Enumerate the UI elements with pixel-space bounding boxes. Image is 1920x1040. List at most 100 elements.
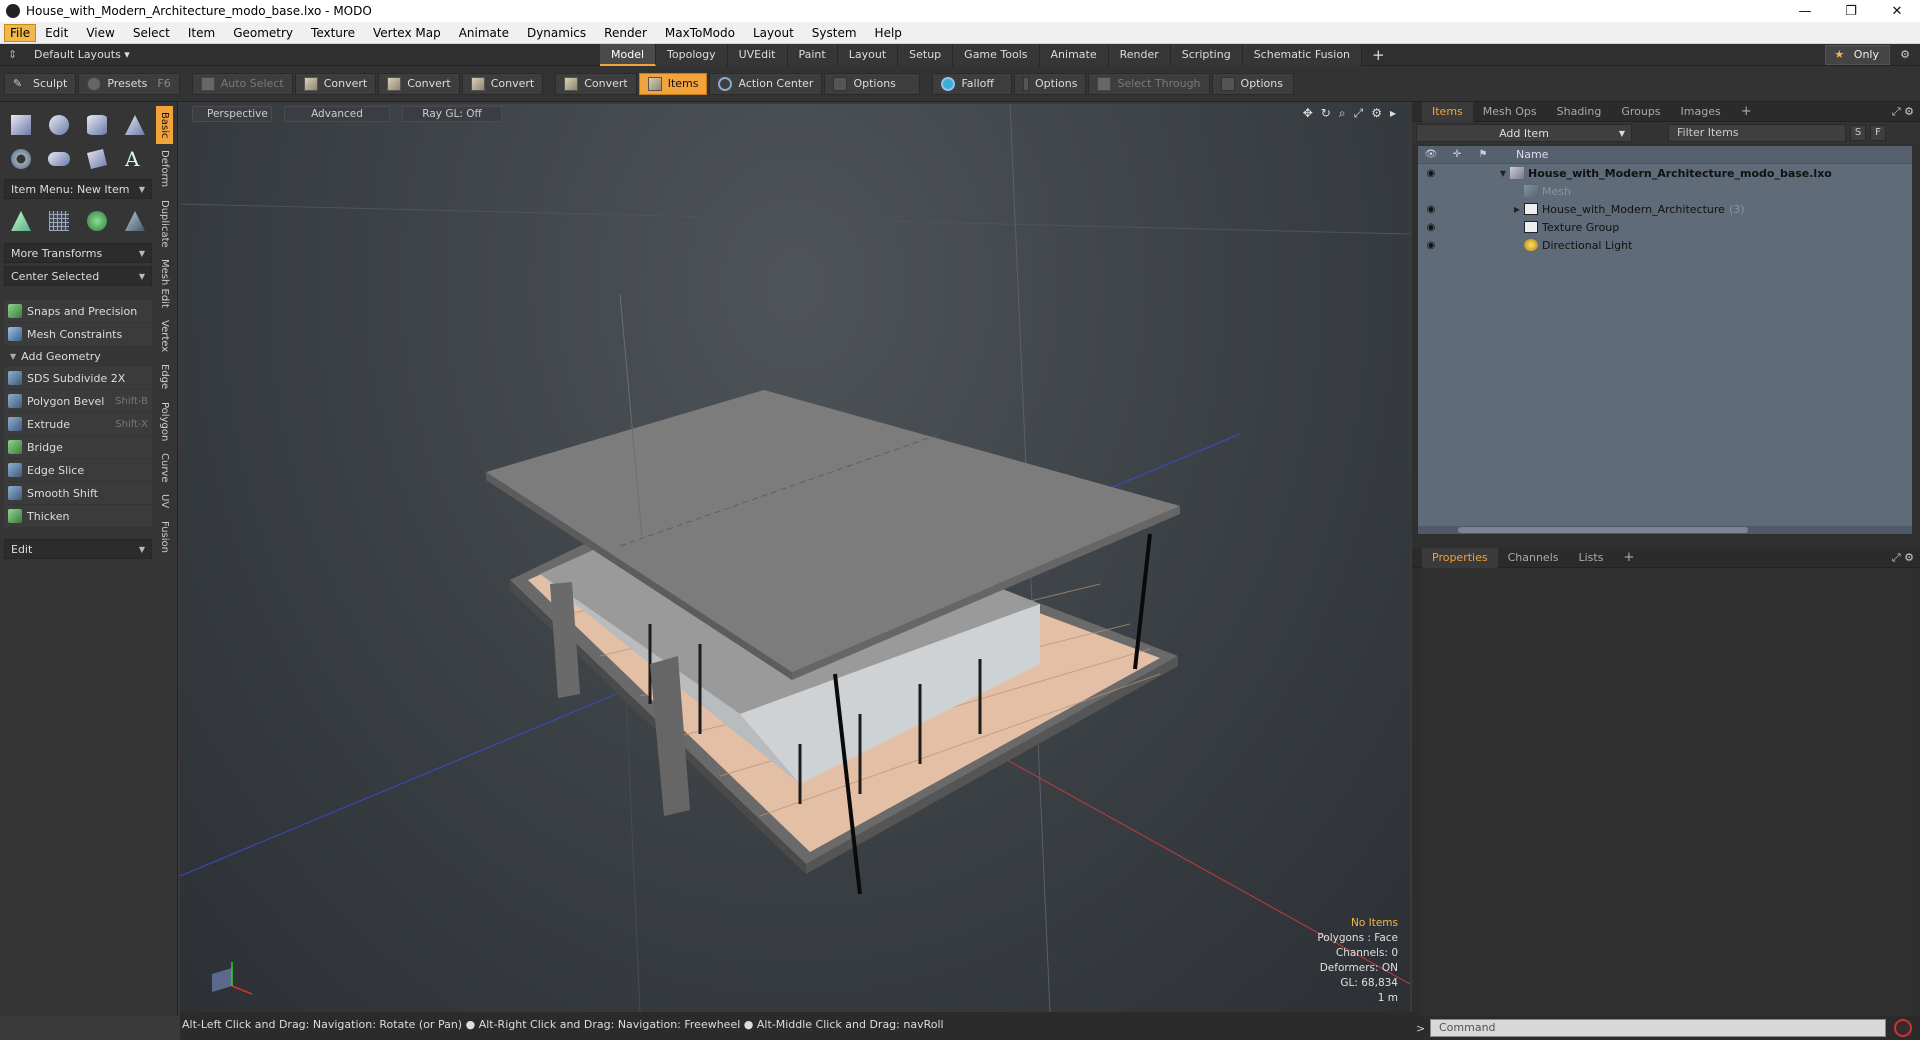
expand-arrow-icon[interactable]: ▼ — [1496, 169, 1510, 178]
vtab-edge[interactable]: Edge — [156, 358, 173, 395]
tab-channels[interactable]: Channels — [1498, 548, 1569, 568]
type-column-icon[interactable]: ⚑ — [1470, 149, 1496, 160]
vtab-basic[interactable]: Basic — [156, 106, 173, 145]
tab-topology[interactable]: Topology — [656, 43, 728, 66]
vtab-deform[interactable]: Deform — [156, 144, 173, 193]
minimize-button[interactable]: — — [1782, 4, 1828, 19]
vtab-curve[interactable]: Curve — [156, 447, 173, 489]
action-center-button[interactable]: Action Center — [709, 72, 823, 95]
camera-icon[interactable] — [122, 208, 148, 234]
record-macro-icon[interactable] — [1894, 1019, 1912, 1037]
edge-slice-button[interactable]: Edge Slice — [4, 459, 152, 481]
action-center-options-button[interactable]: Options — [824, 72, 921, 95]
s-button[interactable]: S — [1850, 125, 1866, 141]
maximize-button[interactable]: ❐ — [1828, 4, 1874, 19]
vtab-uv[interactable]: UV — [156, 488, 173, 514]
maximize-view-icon[interactable]: ⤢ — [1354, 106, 1364, 121]
eye-icon[interactable]: ◉ — [1418, 204, 1444, 215]
f-button[interactable]: F — [1870, 125, 1886, 141]
tab-groups[interactable]: Groups — [1611, 102, 1670, 122]
convert-polygons-button[interactable]: Convert — [461, 72, 544, 95]
viewport-gear-icon[interactable]: ⚙ — [1371, 106, 1382, 121]
tab-animate[interactable]: Animate — [1039, 43, 1109, 66]
cube-icon[interactable] — [8, 112, 34, 138]
text-tool-icon[interactable]: A — [122, 146, 148, 172]
close-button[interactable]: ✕ — [1874, 4, 1920, 19]
shading-dropdown[interactable]: Advanced — [284, 106, 390, 122]
tab-images[interactable]: Images — [1671, 102, 1731, 122]
menu-view[interactable]: View — [77, 23, 123, 43]
vtab-polygon[interactable]: Polygon — [156, 396, 173, 447]
menu-file[interactable]: File — [4, 23, 37, 42]
menu-system[interactable]: System — [803, 23, 866, 43]
thicken-button[interactable]: Thicken — [4, 505, 152, 527]
tab-setup[interactable]: Setup — [898, 43, 954, 66]
convert-edges-button[interactable]: Convert — [378, 72, 460, 95]
cylinder-icon[interactable] — [84, 112, 110, 138]
falloff-button[interactable]: Falloff — [932, 72, 1013, 95]
tab-schematic-fusion[interactable]: Schematic Fusion — [1242, 43, 1363, 66]
item-row-scene[interactable]: ◉ ▼ House_with_Modern_Architecture_modo_… — [1418, 164, 1912, 182]
convert-vertices-button[interactable]: Convert — [294, 72, 377, 95]
presets-button[interactable]: Presets F6 — [78, 72, 180, 95]
perspective-dropdown[interactable]: Perspective — [192, 106, 272, 122]
grid-mesh-icon[interactable] — [46, 208, 72, 234]
visibility-column-icon[interactable]: 👁 — [1418, 149, 1444, 160]
extrude-button[interactable]: Extrude Shift-X — [4, 413, 152, 435]
tab-properties[interactable]: Properties — [1422, 547, 1498, 568]
add-panel-tab-button[interactable]: + — [1731, 102, 1762, 122]
menu-edit[interactable]: Edit — [36, 23, 77, 43]
zoom-icon[interactable]: ⌕ — [1339, 106, 1346, 121]
command-input[interactable]: Command — [1430, 1019, 1886, 1037]
lock-column-icon[interactable]: ✛ — [1444, 149, 1470, 160]
capsule-icon[interactable] — [46, 146, 72, 172]
items-mode-button[interactable]: Items — [638, 72, 708, 95]
tab-game-tools[interactable]: Game Tools — [953, 43, 1040, 66]
snaps-button[interactable]: Snaps and Precision — [4, 300, 152, 322]
select-options-button[interactable]: Options — [1211, 72, 1294, 95]
tab-model[interactable]: Model — [600, 43, 657, 66]
center-selected-dropdown[interactable]: Center Selected ▼ — [4, 266, 152, 286]
menu-geometry[interactable]: Geometry — [224, 23, 302, 43]
only-toggle[interactable]: ★ Only — [1825, 44, 1890, 65]
more-transforms-dropdown[interactable]: More Transforms ▼ — [4, 243, 152, 263]
globe-icon[interactable] — [84, 208, 110, 234]
locator-icon[interactable] — [8, 208, 34, 234]
convert-materials-button[interactable]: Convert — [555, 72, 637, 95]
tab-shading[interactable]: Shading — [1547, 102, 1612, 122]
polygon-bevel-button[interactable]: Polygon Bevel Shift-B — [4, 390, 152, 412]
smooth-shift-button[interactable]: Smooth Shift — [4, 482, 152, 504]
eye-icon[interactable]: ◉ — [1418, 240, 1444, 251]
name-column-header[interactable]: Name — [1516, 148, 1548, 161]
menu-vertex-map[interactable]: Vertex Map — [364, 23, 450, 43]
panel-expand-icon[interactable]: ⤢ ⚙ — [1892, 551, 1920, 565]
add-item-button[interactable]: Add Item ▼ — [1416, 124, 1632, 142]
item-row-house-group[interactable]: ◉ ▶ House_with_Modern_Architecture (3) — [1418, 200, 1912, 218]
layouts-dropdown[interactable]: ⇕ Default Layouts ▾ — [0, 48, 600, 61]
tab-mesh-ops[interactable]: Mesh Ops — [1473, 102, 1547, 122]
gear-icon[interactable]: ⚙ — [1890, 48, 1920, 61]
menu-item[interactable]: Item — [179, 23, 224, 43]
eye-icon[interactable]: ◉ — [1418, 222, 1444, 233]
tab-scripting[interactable]: Scripting — [1170, 43, 1243, 66]
3d-viewport[interactable]: Perspective Advanced Ray GL: Off ✥ ↻ ⌕ ⤢… — [180, 104, 1410, 1012]
cone-icon[interactable] — [122, 112, 148, 138]
viewport-menu-icon[interactable]: ▸ — [1390, 106, 1396, 121]
add-geometry-header[interactable]: ▼ Add Geometry — [4, 346, 152, 366]
tab-render[interactable]: Render — [1108, 43, 1171, 66]
menu-animate[interactable]: Animate — [450, 23, 518, 43]
vtab-fusion[interactable]: Fusion — [156, 515, 173, 559]
bridge-button[interactable]: Bridge — [4, 436, 152, 458]
menu-select[interactable]: Select — [124, 23, 179, 43]
item-row-directional-light[interactable]: ◉ Directional Light — [1418, 236, 1912, 254]
panel-expand-icon[interactable]: ⤢ ⚙ — [1892, 105, 1920, 119]
edit-dropdown[interactable]: Edit ▼ — [4, 539, 152, 559]
horizontal-scrollbar[interactable] — [1418, 526, 1912, 534]
item-row-texture-group[interactable]: ◉ Texture Group — [1418, 218, 1912, 236]
auto-select-button[interactable]: Auto Select — [191, 72, 293, 95]
menu-render[interactable]: Render — [595, 23, 656, 43]
tab-uvedit[interactable]: UVEdit — [727, 43, 788, 66]
menu-texture[interactable]: Texture — [302, 23, 364, 43]
menu-dynamics[interactable]: Dynamics — [518, 23, 595, 43]
torus-icon[interactable] — [8, 146, 34, 172]
